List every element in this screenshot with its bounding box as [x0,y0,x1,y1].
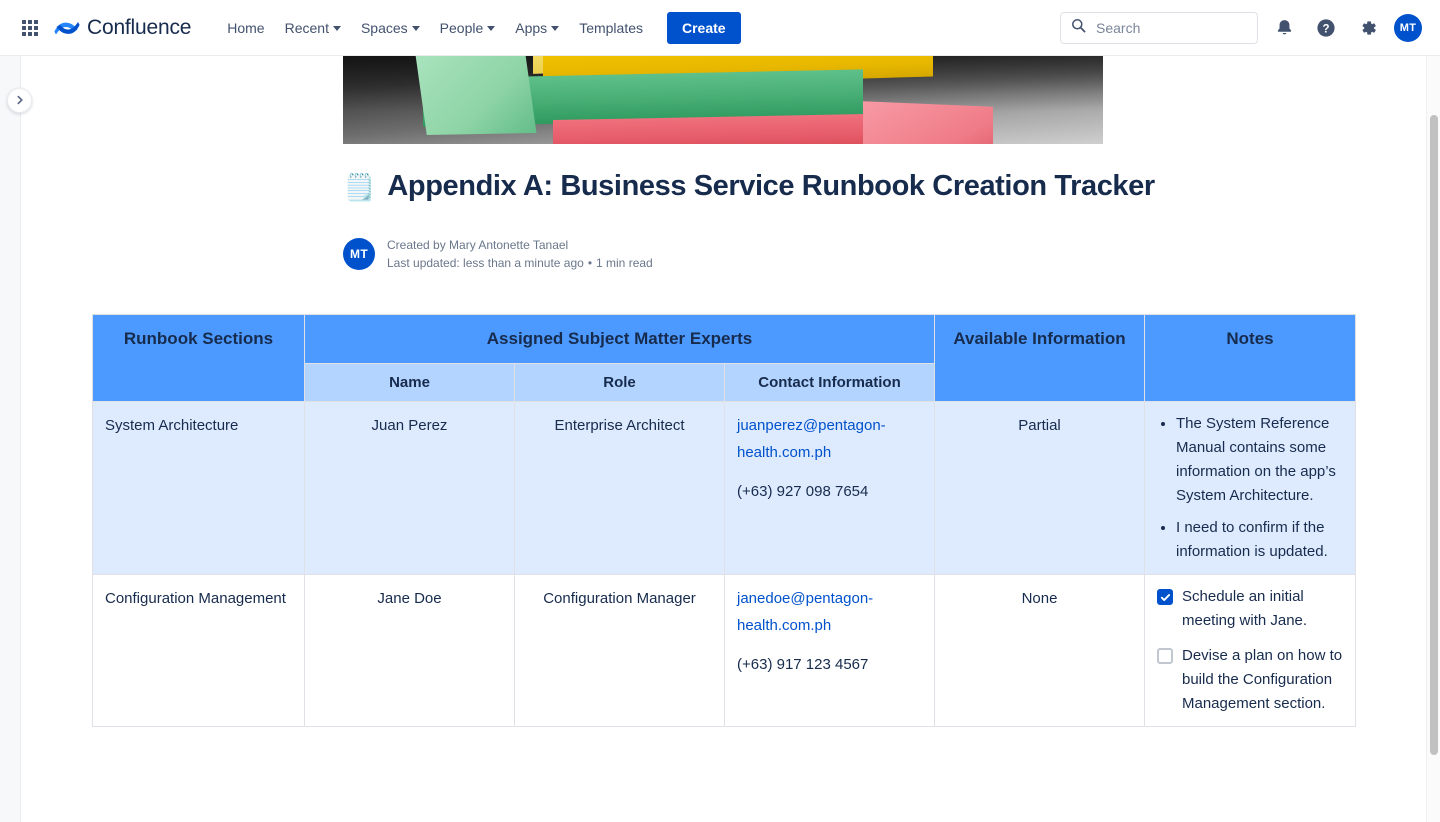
table-row: System Architecture Juan Perez Enterpris… [92,401,1356,575]
cell-role: Configuration Manager [514,574,725,727]
header-runbook-sections: Runbook Sections [92,314,305,402]
task-label: Devise a plan on how to build the Config… [1182,647,1343,712]
notes-bullet-list: The System Reference Manual contains som… [1157,412,1343,564]
nav-item-apps-label: Apps [515,19,548,36]
phone-number: (+63) 927 098 7654 [737,483,869,500]
top-navigation-bar: Confluence Home Recent Spaces People App… [0,0,1440,56]
page-title-text: Appendix A: Business Service Runbook Cre… [387,170,1155,202]
nav-item-home[interactable]: Home [217,13,274,43]
search-input[interactable] [1094,18,1247,37]
task-label: Schedule an initial meeting with Jane. [1182,588,1308,629]
byline-lines: Created by Mary Antonette Tanael Last up… [387,237,653,271]
nav-item-recent[interactable]: Recent [275,13,351,43]
chevron-down-icon [411,26,420,31]
confluence-logo-icon [54,15,80,41]
nav-right-group: ? MT [1060,11,1440,44]
phone-number: (+63) 917 123 4567 [737,656,869,673]
cell-section: Configuration Management [92,574,305,727]
table-body: System Architecture Juan Perez Enterpris… [92,401,1356,727]
task-checkbox-unchecked[interactable] [1157,648,1173,664]
chevron-down-icon [551,26,560,31]
table-header-row-main: Runbook Sections Assigned Subject Matter… [92,314,1356,402]
primary-nav-items: Home Recent Spaces People Apps Templates [217,11,741,44]
byline-meta: Last updated: less than a minute ago • 1 m… [387,255,653,271]
cover-note-pink-edge [863,101,993,144]
nav-item-recent-label: Recent [284,19,329,36]
page-cover-image [343,56,1103,144]
nav-left-group: Confluence Home Recent Spaces People App… [0,11,741,44]
cover-note-green-edge [415,56,537,135]
byline-created-by: Created by Mary Antonette Tanael [387,238,569,252]
page-content: 🗒️ Appendix A: Business Service Runbook … [22,56,1426,822]
nav-item-people[interactable]: People [430,13,506,43]
confluence-home-link[interactable]: Confluence [54,15,191,41]
header-name: Name [304,363,515,402]
cell-contact: juanperez@pentagon-health.com.ph (+63) 9… [724,401,935,575]
cell-contact: janedoe@pentagon-health.com.ph (+63) 917… [724,574,935,727]
brand-name: Confluence [87,15,192,39]
cell-notes: The System Reference Manual contains som… [1144,401,1356,575]
nav-item-people-label: People [439,19,484,36]
cell-section: System Architecture [92,401,305,575]
header-role: Role [514,363,725,402]
nav-item-spaces[interactable]: Spaces [351,13,430,43]
chevron-down-icon [332,26,341,31]
page-title: 🗒️ Appendix A: Business Service Runbook … [343,170,1343,203]
cell-name: Juan Perez [304,401,515,575]
email-link[interactable]: janedoe@pentagon-health.com.ph [737,590,873,634]
collapsed-sidebar [0,56,21,822]
list-item: The System Reference Manual contains som… [1176,412,1343,508]
byline-separator: • [587,256,593,270]
nav-item-home-label: Home [227,19,265,36]
header-available-information: Available Information [934,314,1145,402]
nav-item-templates-label: Templates [579,19,643,36]
task-item: Devise a plan on how to build the Config… [1157,644,1343,716]
notebook-emoji-icon[interactable]: 🗒️ [343,174,375,200]
chevron-down-icon [487,26,496,31]
list-item: I need to confirm if the information is … [1176,516,1343,564]
runbook-tracker-table: Runbook Sections Assigned Subject Matter… [92,314,1356,727]
email-link[interactable]: juanperez@pentagon-health.com.ph [737,417,886,461]
byline-read-time: 1 min read [596,256,653,270]
chevron-right-icon [15,92,25,110]
page-scrollbar-track[interactable] [1426,56,1440,822]
byline-last-updated: Last updated: less than a minute ago [387,256,584,270]
user-avatar[interactable]: MT [1394,13,1422,42]
task-checkbox-checked[interactable] [1157,589,1173,605]
header-contact-information: Contact Information [724,363,935,402]
header-assigned-smes: Assigned Subject Matter Experts [304,314,935,364]
cell-name: Jane Doe [304,574,515,727]
nav-item-spaces-label: Spaces [360,19,408,36]
page-scrollbar-thumb[interactable] [1430,115,1438,755]
byline: MT Created by Mary Antonette Tanael Last… [343,237,653,271]
header-notes: Notes [1144,314,1356,402]
task-item: Schedule an initial meeting with Jane. [1157,585,1343,633]
gear-icon[interactable] [1352,12,1384,44]
cell-role: Enterprise Architect [514,401,725,575]
table-row: Configuration Management Jane Doe Config… [92,574,1356,727]
nav-item-apps[interactable]: Apps [505,13,569,43]
expand-sidebar-button[interactable] [7,88,32,113]
cell-notes: Schedule an initial meeting with Jane. D… [1144,574,1356,727]
nav-item-templates[interactable]: Templates [569,13,653,43]
author-avatar[interactable]: MT [343,238,375,270]
cell-available-information: None [934,574,1145,727]
app-switcher-icon[interactable] [18,16,42,40]
search-box[interactable] [1060,11,1258,44]
cell-available-information: Partial [934,401,1145,575]
svg-text:?: ? [1322,23,1329,35]
create-button[interactable]: Create [667,11,741,44]
help-circle-icon[interactable]: ? [1310,12,1342,44]
search-icon [1071,18,1086,38]
notification-bell-icon[interactable] [1268,12,1300,44]
table-head: Runbook Sections Assigned Subject Matter… [92,314,1356,402]
